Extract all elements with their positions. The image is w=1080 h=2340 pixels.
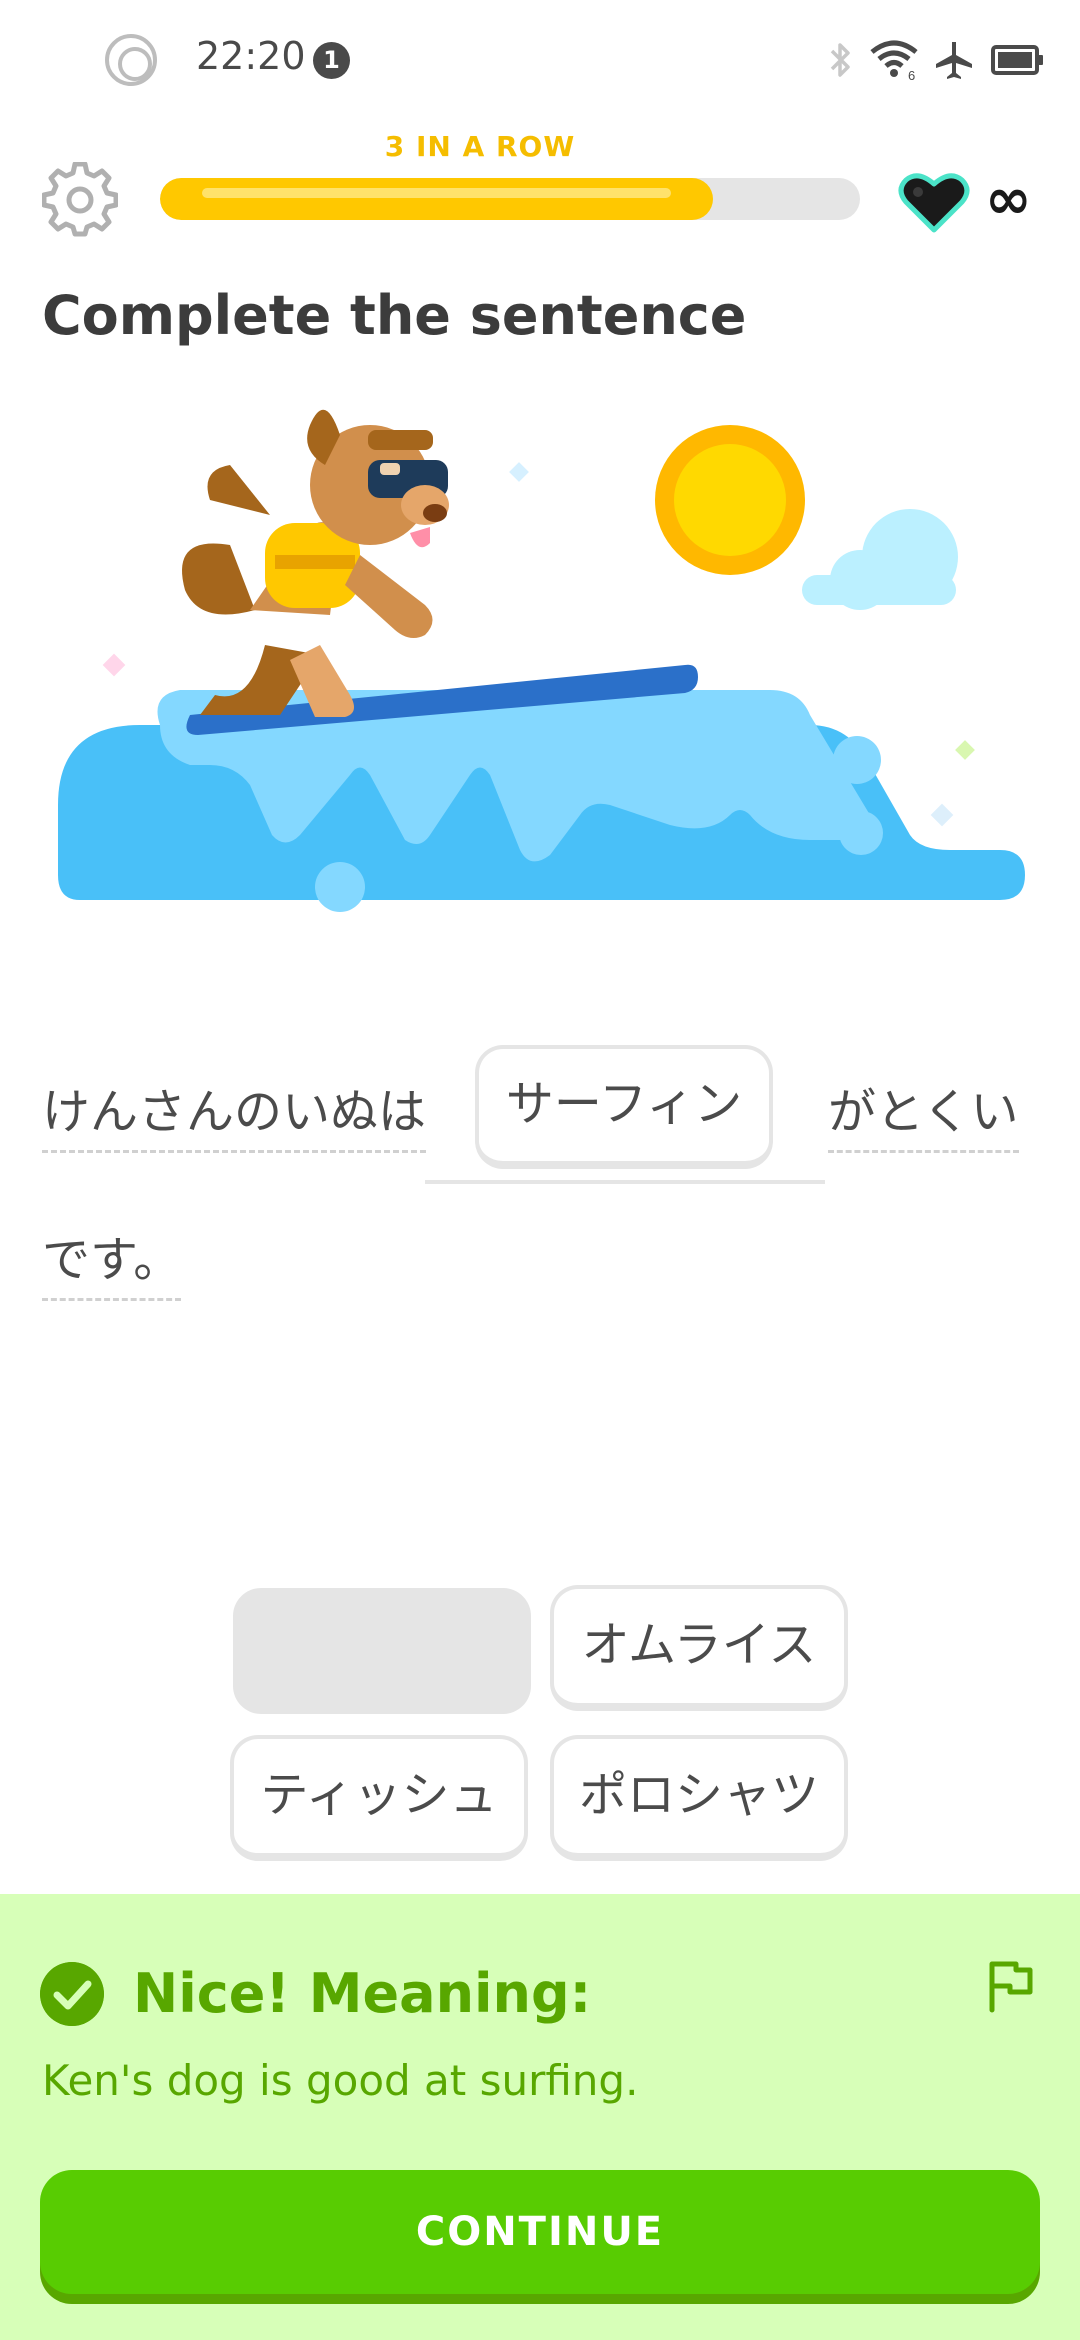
sentence-part-3[interactable]: です。 xyxy=(42,1220,182,1301)
page-title: Complete the sentence xyxy=(42,284,747,347)
continue-button[interactable]: CONTINUE xyxy=(40,2170,1040,2294)
check-icon xyxy=(40,1962,104,2026)
battery-icon xyxy=(991,45,1043,75)
progress-bar-shine xyxy=(202,188,671,198)
status-time: 22:20 xyxy=(196,34,306,78)
status-icons: 6 xyxy=(828,36,1044,84)
word-chip-omurice[interactable]: オムライス xyxy=(550,1585,848,1711)
sentence-part-2[interactable]: がとくい xyxy=(828,1072,1019,1153)
surfing-dog-illustration xyxy=(58,409,1025,912)
lesson-screen: 22:20 1 6 3 IN A ROW ∞ Complete the sent… xyxy=(0,0,1080,2340)
word-chip-polo-shirt[interactable]: ポロシャツ xyxy=(550,1735,848,1861)
progress-bar xyxy=(160,178,860,220)
progress-bar-fill xyxy=(160,178,713,220)
sun-icon xyxy=(655,425,805,575)
sentence-part-1[interactable]: けんさんのいぬは xyxy=(42,1072,427,1153)
heart-icon xyxy=(898,173,970,233)
cloud-icon xyxy=(802,509,958,610)
dog-icon xyxy=(182,409,449,717)
gear-icon[interactable] xyxy=(42,162,118,238)
status-bar: 22:20 1 6 xyxy=(0,0,1080,120)
airplane-icon xyxy=(936,42,972,79)
flag-icon[interactable] xyxy=(982,1958,1038,2014)
bluetooth-icon xyxy=(830,43,850,77)
answer-chip[interactable]: サーフィン xyxy=(475,1045,773,1169)
notification-badge: 1 xyxy=(313,42,350,79)
feedback-meaning: Ken's dog is good at surfing. xyxy=(42,2056,639,2105)
hearts-count: ∞ xyxy=(985,167,1032,232)
streak-label: 3 IN A ROW xyxy=(384,130,576,163)
wifi-badge: 6 xyxy=(908,68,915,80)
word-chip-tissue[interactable]: ティッシュ xyxy=(230,1735,528,1861)
word-bank-slot-empty xyxy=(233,1588,531,1714)
feedback-heading: Nice! Meaning: xyxy=(133,1962,592,2025)
wifi-icon: 6 xyxy=(870,40,918,80)
record-icon xyxy=(105,34,157,86)
answer-blank-line xyxy=(425,1180,825,1184)
